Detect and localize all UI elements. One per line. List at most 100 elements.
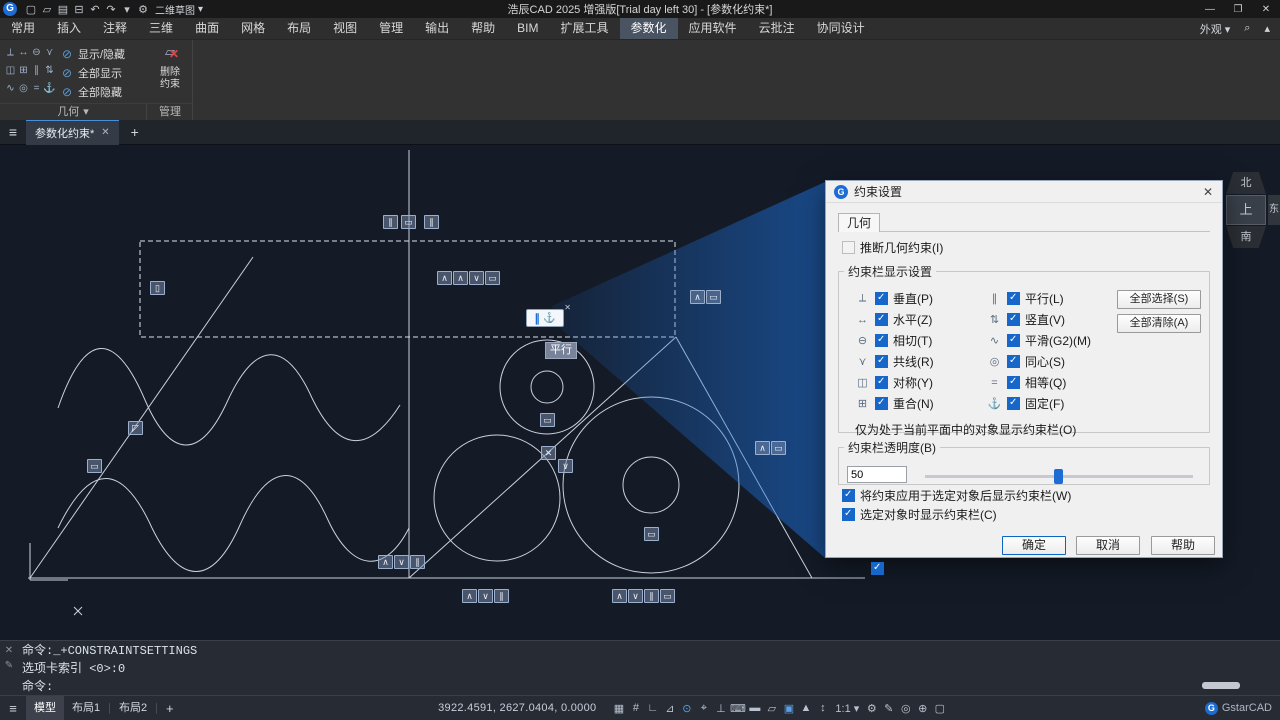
workspace-switch-icon[interactable]: ⚙	[863, 702, 880, 715]
layout1-tab[interactable]: 布局1	[64, 696, 108, 720]
constraint-tool-icon[interactable]: ⚓	[43, 80, 56, 98]
ribbon-tab[interactable]: 视图	[322, 18, 368, 39]
transparency-icon[interactable]: ▱	[763, 702, 780, 715]
add-layout-icon[interactable]: +	[158, 701, 182, 716]
object-tracking-icon[interactable]: ⌖	[695, 702, 712, 715]
view-cube[interactable]: 北 上 南 东	[1224, 172, 1278, 268]
ok-button[interactable]: 确定	[1002, 536, 1066, 555]
constraint-badge[interactable]: ∧	[462, 589, 477, 603]
dialog-titlebar[interactable]: G 约束设置 ✕	[826, 181, 1222, 203]
transparency-slider[interactable]	[925, 475, 1193, 478]
constraint-badge[interactable]: ∥	[410, 555, 425, 569]
dialog-close-icon[interactable]: ✕	[1203, 185, 1213, 199]
hardware-acceleration-icon[interactable]: ⊕	[914, 702, 931, 715]
undo-icon[interactable]: ↶	[87, 3, 103, 16]
checkbox[interactable]	[875, 397, 888, 410]
constraint-tool-icon[interactable]: ⊖	[30, 44, 43, 62]
ribbon-tab[interactable]: 布局	[276, 18, 322, 39]
tab-geometric[interactable]: 几何	[838, 213, 880, 232]
model-tab[interactable]: 模型	[26, 696, 64, 720]
constraint-tool-icon[interactable]: ⟂	[4, 44, 17, 62]
close-icon[interactable]: ✕	[564, 303, 571, 312]
checkbox[interactable]	[875, 355, 888, 368]
close-icon[interactable]: ✕	[0, 645, 18, 656]
constraint-bar-highlight[interactable]: ∥ ⚓ ✕	[526, 309, 564, 327]
ribbon-tab[interactable]: 插入	[46, 18, 92, 39]
constraint-badge[interactable]: ∥	[494, 589, 509, 603]
constraint-badge[interactable]: ∧	[378, 555, 393, 569]
checkbox[interactable]	[1007, 313, 1020, 326]
workspace-gear-icon[interactable]: ⚙	[135, 3, 151, 16]
constraint-badge[interactable]: ∨	[394, 555, 409, 569]
ribbon-tab[interactable]: 扩展工具	[550, 18, 620, 39]
ribbon-tab[interactable]: 参数化	[620, 18, 678, 39]
checkbox[interactable]	[875, 313, 888, 326]
selection-cycling-icon[interactable]: ▣	[780, 702, 797, 715]
ribbon-tab[interactable]: BIM	[506, 18, 549, 39]
show-hide-button[interactable]: ⊘显示/隐藏	[60, 44, 148, 63]
constraint-tool-icon[interactable]: ⋎	[43, 44, 56, 62]
checkbox[interactable]	[875, 376, 888, 389]
apply-after-select-checkbox[interactable]: 将约束应用于选定对象后显示约束栏(W)	[842, 487, 1071, 504]
statusbar-menu-icon[interactable]: ≡	[0, 701, 26, 716]
maximize-button[interactable]: ❐	[1224, 4, 1252, 15]
file-tabs-menu-icon[interactable]: ≡	[0, 124, 26, 140]
constraint-tool-icon[interactable]: ⇅	[43, 62, 56, 80]
autoscale-icon[interactable]: ↕	[814, 702, 831, 714]
minimize-button[interactable]: —	[1196, 4, 1224, 15]
ribbon-tab[interactable]: 管理	[368, 18, 414, 39]
checkbox[interactable]	[875, 334, 888, 347]
dynamic-input-icon[interactable]: ⌨	[729, 702, 746, 715]
constraint-badge[interactable]: ◸	[128, 421, 143, 435]
ribbon-tab[interactable]: 注释	[92, 18, 138, 39]
constraint-badge[interactable]: ∧	[612, 589, 627, 603]
constraint-badge[interactable]: ∥	[424, 215, 439, 229]
app-logo-icon[interactable]: G	[3, 2, 17, 16]
viewcube-south-face[interactable]: 南	[1226, 226, 1266, 248]
viewcube-north-face[interactable]: 北	[1226, 172, 1266, 194]
checkbox[interactable]	[1007, 397, 1020, 410]
isolate-objects-icon[interactable]: ◎	[897, 702, 914, 715]
constraint-badge[interactable]: ∨	[478, 589, 493, 603]
hide-all-button[interactable]: ⊘全部隐藏	[60, 82, 148, 101]
show-on-select-checkbox[interactable]: 选定对象时显示约束栏(C)	[842, 506, 997, 523]
cancel-button[interactable]: 取消	[1076, 536, 1140, 555]
clean-screen-icon[interactable]: ▢	[931, 702, 948, 715]
ribbon-tab[interactable]: 帮助	[460, 18, 506, 39]
constraint-badge[interactable]: ∧	[437, 271, 452, 285]
checkbox[interactable]	[1007, 376, 1020, 389]
constraint-badge[interactable]: ✕	[541, 446, 556, 460]
command-history[interactable]: 命令:_+CONSTRAINTSETTINGS选项卡索引 <0>:0命令:	[22, 642, 1220, 696]
constraint-badge[interactable]: ∥	[383, 215, 398, 229]
polar-tracking-icon[interactable]: ⊿	[661, 702, 678, 715]
current-plane-checkbox[interactable]: 仅为处于当前平面中的对象显示约束栏(O)	[855, 421, 1076, 438]
plot-icon[interactable]: ⊟	[71, 3, 87, 16]
qat-dropdown-icon[interactable]: ▾	[119, 3, 135, 16]
delete-constraint-button[interactable]: ▱ ✕ 删除 约束	[147, 43, 193, 91]
ribbon-tab[interactable]: 应用软件	[678, 18, 748, 39]
ortho-icon[interactable]: ∟	[644, 702, 661, 714]
open-folder-icon[interactable]: ▱	[39, 3, 55, 16]
ribbon-tab[interactable]: 输出	[414, 18, 460, 39]
checkbox[interactable]	[1007, 292, 1020, 305]
constraint-tool-icon[interactable]: ∿	[4, 80, 17, 98]
ribbon-tab[interactable]: 云批注	[748, 18, 806, 39]
constraint-badge[interactable]: ∥	[644, 589, 659, 603]
command-scrollbar[interactable]	[1202, 682, 1240, 689]
checkbox[interactable]	[842, 508, 855, 521]
save-icon[interactable]: ▤	[55, 3, 71, 16]
redo-icon[interactable]: ↷	[103, 3, 119, 16]
constraint-badge[interactable]: ▭	[540, 413, 555, 427]
clear-all-button[interactable]: 全部清除(A)	[1117, 314, 1201, 333]
pencil-icon[interactable]: ✎	[0, 660, 18, 671]
grid-icon[interactable]: ▦	[610, 702, 627, 715]
checkbox[interactable]	[842, 241, 855, 254]
checkbox[interactable]	[1007, 355, 1020, 368]
constraint-badge[interactable]: ∨	[469, 271, 484, 285]
constraint-badge[interactable]: ∧	[755, 441, 770, 455]
constraint-badge[interactable]: ▯	[150, 281, 165, 295]
constraint-badge[interactable]: ▭	[771, 441, 786, 455]
ribbon-tab[interactable]: 协同设计	[806, 18, 876, 39]
geometric-panel-label[interactable]: 几何 ▾	[0, 103, 147, 120]
constraint-badge[interactable]: ▭	[485, 271, 500, 285]
